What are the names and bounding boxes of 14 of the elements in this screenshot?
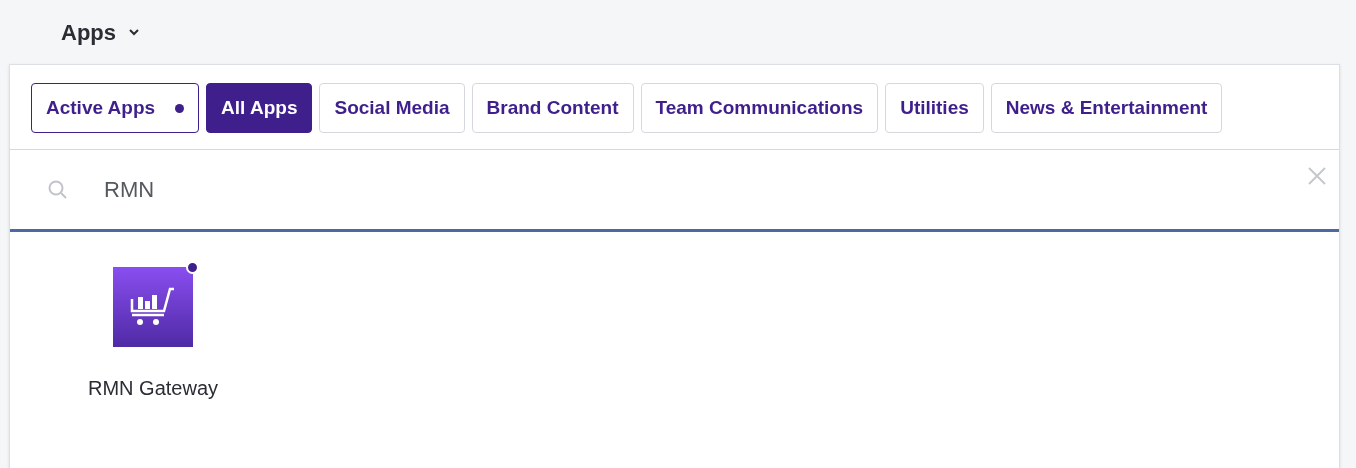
search-icon bbox=[47, 178, 69, 201]
app-name: RMN Gateway bbox=[88, 376, 218, 401]
category-tab[interactable]: All Apps bbox=[206, 83, 313, 133]
shopping-cart-icon bbox=[130, 287, 176, 327]
category-tab[interactable]: Brand Content bbox=[471, 83, 634, 133]
chevron-down-icon[interactable] bbox=[128, 28, 140, 36]
category-tab[interactable]: Team Communications bbox=[640, 83, 879, 133]
app-tile[interactable] bbox=[113, 267, 193, 347]
category-tab[interactable]: Utilities bbox=[885, 83, 984, 133]
page-title: Apps bbox=[61, 18, 116, 47]
category-tab[interactable]: News & Entertainment bbox=[990, 83, 1223, 133]
search-field[interactable]: RMN bbox=[104, 173, 1307, 206]
category-tab[interactable]: Social Media bbox=[319, 83, 465, 133]
category-tab[interactable]: Active Apps bbox=[31, 83, 200, 133]
